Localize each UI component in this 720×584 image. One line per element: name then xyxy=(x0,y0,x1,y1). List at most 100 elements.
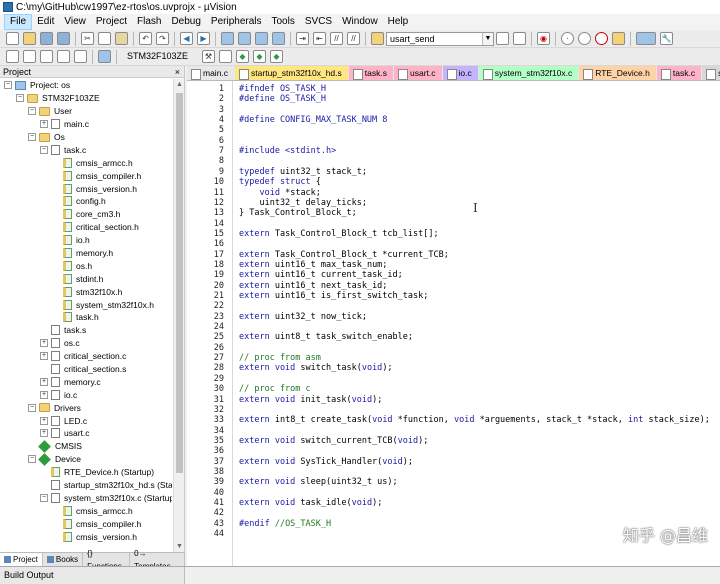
close-icon[interactable]: × xyxy=(175,66,184,77)
code-line[interactable]: typedef uint32_t stack_t; xyxy=(239,167,367,177)
enable-breakpoint-icon[interactable] xyxy=(578,32,591,45)
code-line[interactable]: extern int8_t create_task(void *function… xyxy=(239,415,710,425)
fold-margin[interactable] xyxy=(234,81,238,566)
code-line[interactable]: #ifndef OS_TASK_H xyxy=(239,84,326,94)
copy-icon[interactable] xyxy=(98,32,111,45)
find-icon[interactable] xyxy=(496,32,509,45)
tree-item[interactable]: task.h xyxy=(0,311,172,324)
clear-bookmarks-icon[interactable] xyxy=(272,32,285,45)
expand-icon[interactable]: + xyxy=(40,352,48,361)
bookmark-icon[interactable] xyxy=(221,32,234,45)
code-line[interactable]: extern void init_task(void); xyxy=(239,395,382,405)
code-line[interactable]: #endif //OS_TASK_H xyxy=(239,519,331,529)
tree-item[interactable]: io.h xyxy=(0,234,172,247)
save-all-icon[interactable] xyxy=(57,32,70,45)
collapse-icon[interactable]: − xyxy=(28,133,36,141)
tree-item[interactable]: − Project: os xyxy=(0,79,172,92)
tree-item[interactable]: os.h xyxy=(0,259,172,272)
panel-tab-3[interactable]: 0→ Templates xyxy=(130,549,185,571)
panel-tab-2[interactable]: {} Functions xyxy=(83,549,131,571)
collapse-icon[interactable]: − xyxy=(28,403,36,412)
tree-item[interactable]: + critical_section.c xyxy=(0,350,172,363)
download-icon[interactable] xyxy=(98,50,111,63)
menu-window[interactable]: Window xyxy=(337,14,383,30)
code-area[interactable]: #ifndef OS_TASK_H #define OS_TASK_H #defin… xyxy=(239,81,720,566)
translate-icon[interactable] xyxy=(6,50,19,63)
chevron-down-icon[interactable]: ▼ xyxy=(482,32,493,45)
disable-breakpoints-icon[interactable] xyxy=(595,32,608,45)
uncomment-icon[interactable]: // xyxy=(347,32,360,45)
editor-tab[interactable]: task.c xyxy=(656,66,702,80)
editor-tab[interactable]: main.c xyxy=(187,66,235,80)
tree-item[interactable]: memory.h xyxy=(0,247,172,260)
build-icon[interactable] xyxy=(23,50,36,63)
tree-item[interactable]: + io.c xyxy=(0,388,172,401)
collapse-icon[interactable]: − xyxy=(28,107,36,116)
tree-item[interactable]: + main.c xyxy=(0,118,172,131)
tree-item[interactable]: cmsis_version.h xyxy=(0,530,172,543)
menu-edit[interactable]: Edit xyxy=(32,14,59,30)
tree-item[interactable]: − User xyxy=(0,105,172,118)
tree-item[interactable]: core_cm3.h xyxy=(0,208,172,221)
tree-item[interactable]: + memory.c xyxy=(0,375,172,388)
tree-item[interactable]: cmsis_armcc.h xyxy=(0,504,172,517)
menu-svcs[interactable]: SVCS xyxy=(300,14,337,30)
collapse-icon[interactable]: − xyxy=(28,455,36,464)
expand-icon[interactable]: + xyxy=(40,390,48,399)
find-in-files-icon[interactable] xyxy=(371,32,384,45)
navigate-back-icon[interactable]: ◀ xyxy=(180,32,193,45)
tree-item[interactable]: − STM32F103ZE xyxy=(0,92,172,105)
paste-icon[interactable] xyxy=(115,32,128,45)
open-file-icon[interactable] xyxy=(23,32,36,45)
collapse-icon[interactable]: − xyxy=(4,81,12,90)
editor-tab[interactable]: task.s xyxy=(348,66,393,80)
navigate-forward-icon[interactable]: ▶ xyxy=(197,32,210,45)
panel-tab-0[interactable]: Project xyxy=(0,553,43,566)
find-combo[interactable]: usart_send ▼ xyxy=(386,31,494,46)
window-layout-icon[interactable] xyxy=(636,32,656,45)
tree-item[interactable]: − Device xyxy=(0,452,172,466)
build-output-tab[interactable]: Build Output xyxy=(0,567,185,584)
editor-tab[interactable]: system_stm32f10x.c xyxy=(478,66,579,80)
code-line[interactable]: extern Task_Control_Block_t tcb_list[]; xyxy=(239,229,439,239)
tree-item[interactable]: startup_stm32f10x_hd.s (Startu xyxy=(0,479,172,492)
code-line[interactable]: #define OS_TASK_H xyxy=(239,94,326,104)
scroll-up-icon[interactable]: ▲ xyxy=(174,79,185,90)
debug-session-icon[interactable]: ◉ xyxy=(537,32,550,45)
unindent-icon[interactable]: ⇤ xyxy=(313,32,326,45)
code-line[interactable]: // proc from c xyxy=(239,384,311,394)
incremental-find-icon[interactable] xyxy=(513,32,526,45)
tree-item[interactable]: cmsis_version.h xyxy=(0,182,172,195)
tree-item[interactable]: RTE_Device.h (Startup) xyxy=(0,466,172,479)
tree-item[interactable]: system_stm32f10x.h xyxy=(0,298,172,311)
code-line[interactable]: uint32_t delay_ticks; xyxy=(239,198,366,208)
menu-flash[interactable]: Flash xyxy=(132,14,166,30)
save-icon[interactable] xyxy=(40,32,53,45)
tree-item[interactable]: critical_section.s xyxy=(0,363,172,376)
panel-tab-1[interactable]: Books xyxy=(43,553,84,566)
code-line[interactable]: extern void switch_task(void); xyxy=(239,363,393,373)
expand-icon[interactable]: + xyxy=(40,429,48,438)
tree-item[interactable]: CMSIS xyxy=(0,440,172,453)
editor-tab[interactable]: RTE_Device.h xyxy=(579,66,656,80)
code-line[interactable]: typedef struct { xyxy=(239,177,321,187)
code-line[interactable]: extern Task_Control_Block_t *current_TCB… xyxy=(239,250,449,260)
editor-tab[interactable]: s xyxy=(702,66,720,80)
code-line[interactable]: #include <stdint.h> xyxy=(239,146,336,156)
menu-view[interactable]: View xyxy=(59,14,91,30)
kill-breakpoints-icon[interactable] xyxy=(612,32,625,45)
tree-item[interactable]: stm32f10x.h xyxy=(0,285,172,298)
insert-breakpoint-icon[interactable]: · xyxy=(561,32,574,45)
expand-icon[interactable]: + xyxy=(40,120,48,129)
tree-item[interactable]: + os.c xyxy=(0,337,172,350)
collapse-icon[interactable]: − xyxy=(40,493,48,502)
expand-icon[interactable]: + xyxy=(40,339,48,348)
select-packs-icon[interactable]: ◆ xyxy=(253,50,266,63)
code-line[interactable]: extern uint16_t current_task_id; xyxy=(239,270,403,280)
editor-tab[interactable]: io.c xyxy=(442,66,478,80)
code-line[interactable]: extern void task_idle(void); xyxy=(239,498,382,508)
tree-item[interactable]: − system_stm32f10x.c (Startup) xyxy=(0,492,172,505)
tree-item[interactable]: + LED.c xyxy=(0,414,172,427)
code-line[interactable]: extern uint16_t next_task_id; xyxy=(239,281,387,291)
tree-item[interactable]: cmsis_compiler.h xyxy=(0,169,172,182)
